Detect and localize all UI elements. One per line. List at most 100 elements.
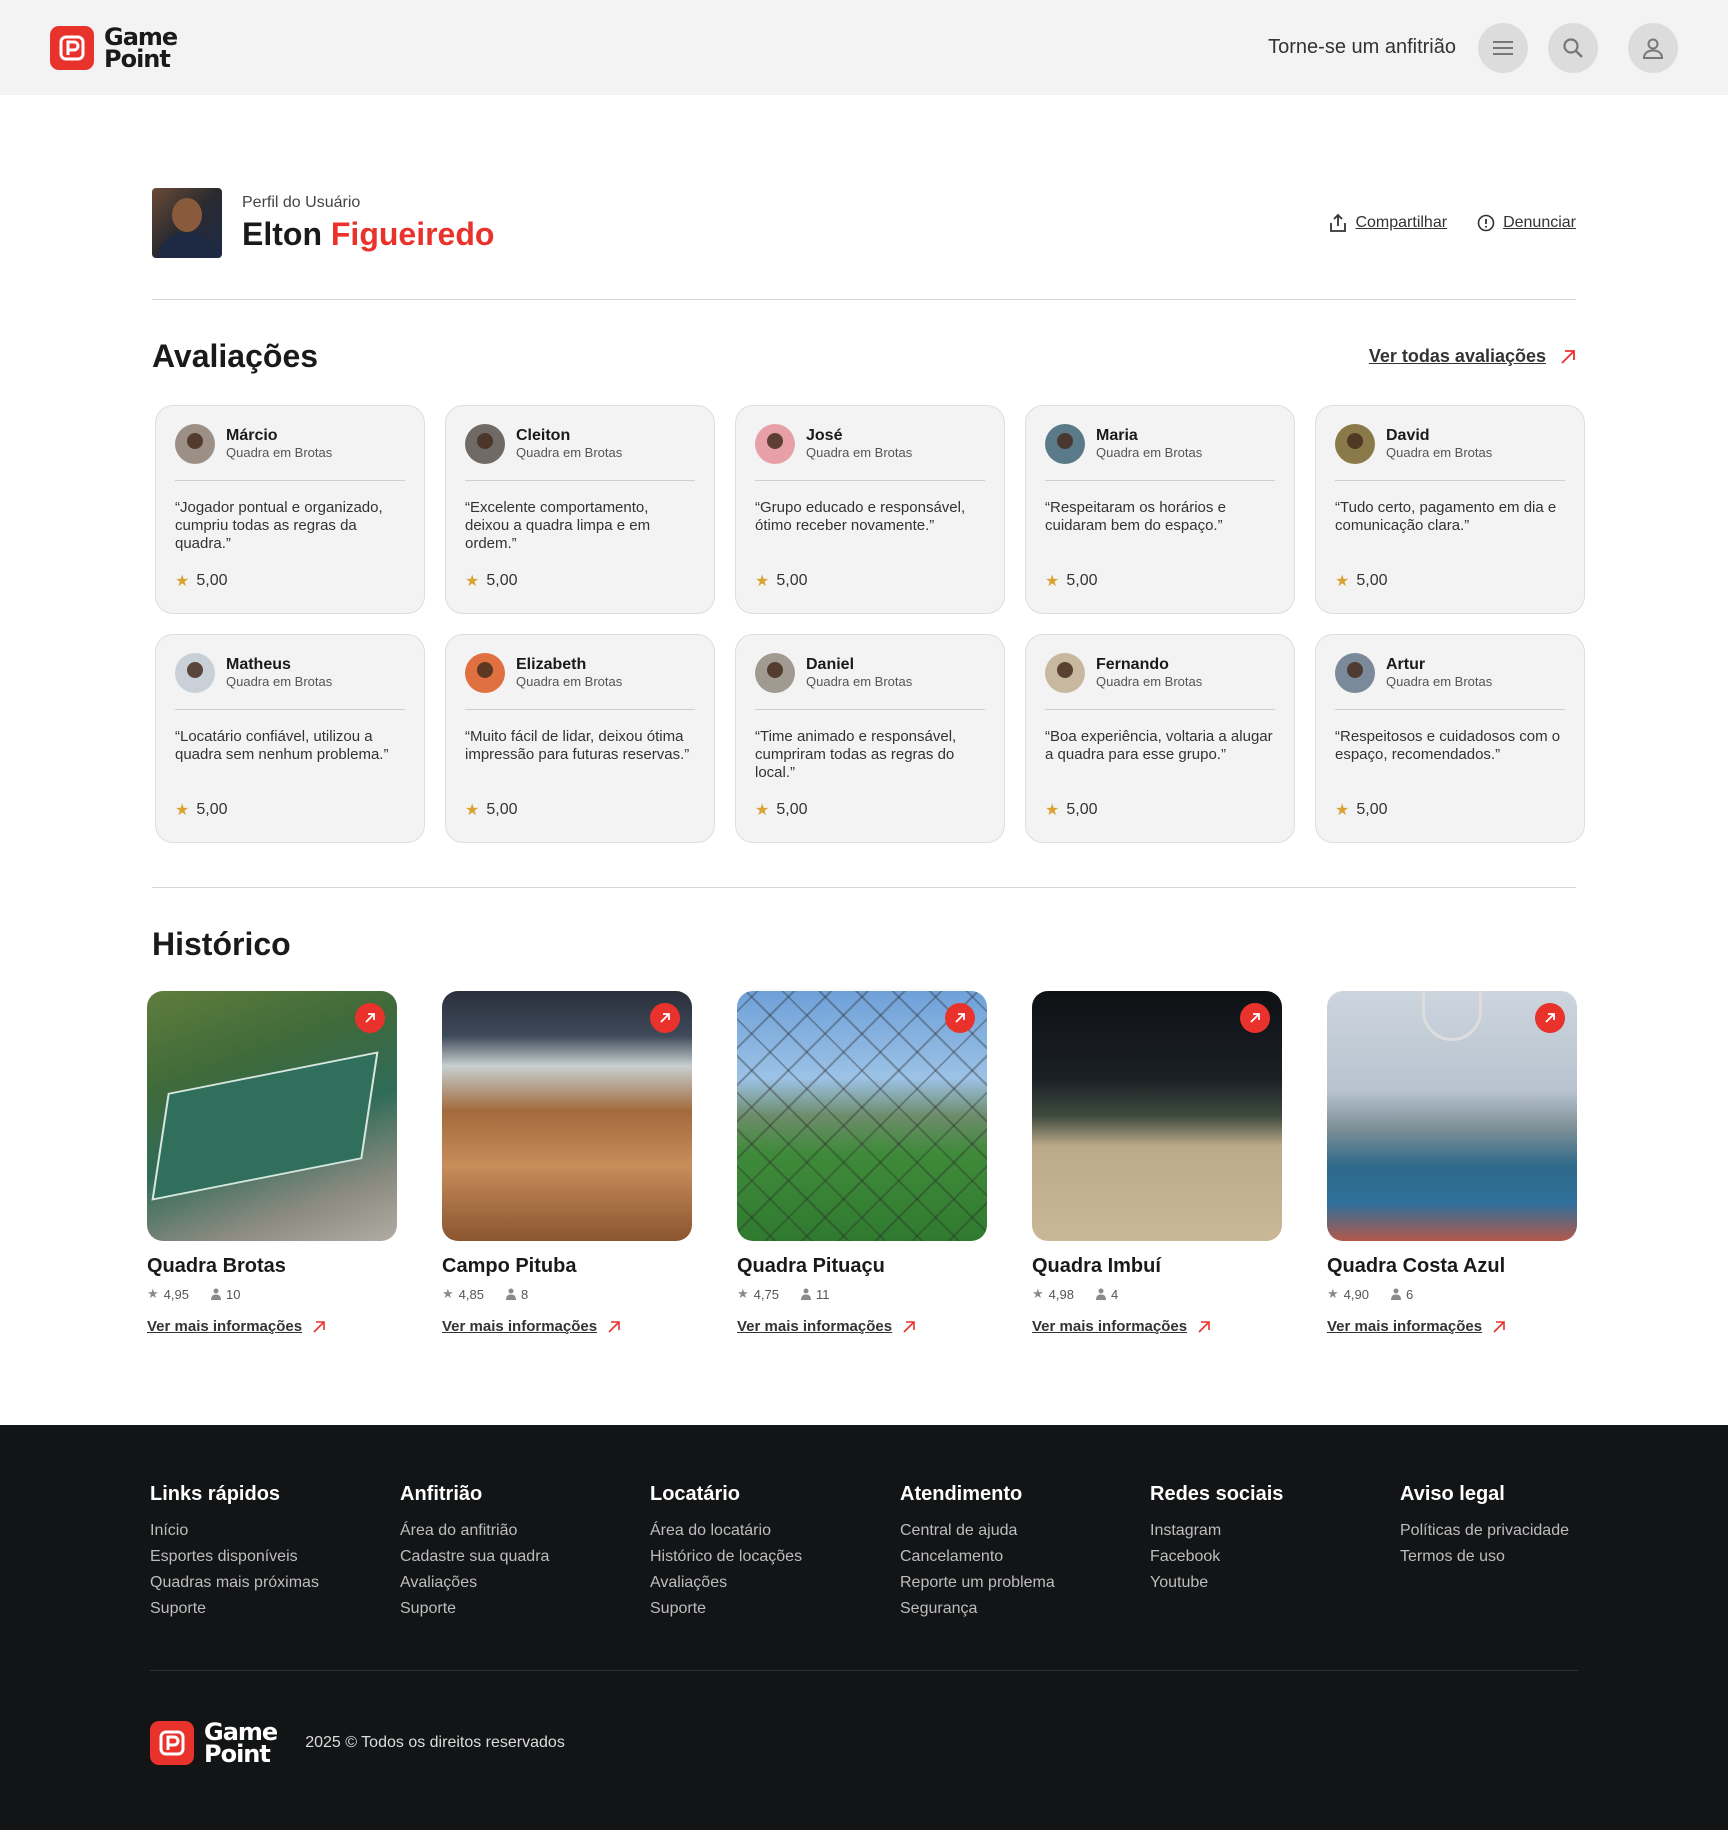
review-card: Matheus Quadra em Brotas “Locatário conf…: [155, 634, 425, 843]
court-image[interactable]: [1032, 991, 1282, 1241]
see-all-reviews-link[interactable]: Ver todas avaliações: [1369, 346, 1576, 367]
footer-link[interactable]: Suporte: [650, 1600, 900, 1618]
review-rating: ★ 5,00: [465, 571, 695, 591]
search-button[interactable]: [1548, 22, 1598, 73]
court-link-label: Ver mais informações: [737, 1318, 893, 1335]
arrow-up-right-icon: [660, 1013, 670, 1023]
person-icon: [505, 1288, 516, 1300]
star-icon: ★: [465, 802, 480, 819]
footer-link[interactable]: Youtube: [1150, 1574, 1400, 1592]
court-more-info-link[interactable]: Ver mais informações: [442, 1318, 692, 1335]
open-court-button[interactable]: [650, 1003, 680, 1033]
court-card[interactable]: Quadra Costa Azul ★ 4,90 6 Ver mais info…: [1327, 991, 1577, 1335]
report-button[interactable]: Denunciar: [1477, 214, 1576, 232]
review-header: Artur Quadra em Brotas: [1335, 653, 1565, 710]
menu-button[interactable]: [1478, 22, 1528, 73]
footer-link[interactable]: Instagram: [1150, 1522, 1400, 1540]
footer-link[interactable]: Avaliações: [650, 1574, 900, 1592]
review-header: David Quadra em Brotas: [1335, 424, 1565, 481]
footer-link[interactable]: Reporte um problema: [900, 1574, 1150, 1592]
footer-link[interactable]: Cadastre sua quadra: [400, 1548, 650, 1566]
court-more-info-link[interactable]: Ver mais informações: [1032, 1318, 1282, 1335]
review-header: Daniel Quadra em Brotas: [755, 653, 985, 710]
review-rating: ★ 5,00: [1045, 800, 1275, 820]
review-header: José Quadra em Brotas: [755, 424, 985, 481]
court-rating-value: 4,98: [1048, 1286, 1074, 1302]
court-more-info-link[interactable]: Ver mais informações: [1327, 1318, 1577, 1335]
arrow-up-right-icon: [1198, 1320, 1210, 1333]
review-rating: ★ 5,00: [175, 571, 405, 591]
arrow-up-right-icon: [1250, 1013, 1260, 1023]
footer-link[interactable]: Cancelamento: [900, 1548, 1150, 1566]
review-text: “Muito fácil de lidar, deixou ótima impr…: [465, 728, 690, 763]
footer-link[interactable]: Área do anfitrião: [400, 1522, 650, 1540]
footer-column: Redes sociais Instagram Facebook Youtube: [1150, 1483, 1400, 1626]
court-rating: ★ 4,75: [737, 1286, 779, 1302]
review-header: Matheus Quadra em Brotas: [175, 653, 405, 710]
footer-link[interactable]: Suporte: [400, 1600, 650, 1618]
reviewer-avatar: [755, 424, 795, 464]
footer-link[interactable]: Esportes disponíveis: [150, 1548, 400, 1566]
star-icon: ★: [442, 1286, 454, 1301]
court-image[interactable]: [147, 991, 397, 1241]
reviewer-name: Cleiton: [516, 427, 571, 444]
footer-link[interactable]: Suporte: [150, 1600, 400, 1618]
footer-link[interactable]: Avaliações: [400, 1574, 650, 1592]
footer-link[interactable]: Políticas de privacidade: [1400, 1522, 1650, 1540]
court-image[interactable]: [1327, 991, 1577, 1241]
reviewer-place: Quadra em Brotas: [1096, 674, 1203, 689]
reviews-grid: Márcio Quadra em Brotas “Jogador pontual…: [155, 405, 1585, 843]
court-people: 6: [1390, 1287, 1413, 1302]
court-name: Quadra Imbuí: [1032, 1255, 1161, 1277]
court-more-info-link[interactable]: Ver mais informações: [147, 1318, 397, 1335]
footer-link[interactable]: Segurança: [900, 1600, 1150, 1618]
review-card: David Quadra em Brotas “Tudo certo, paga…: [1315, 405, 1585, 614]
footer-link[interactable]: Facebook: [1150, 1548, 1400, 1566]
court-link-label: Ver mais informações: [1032, 1318, 1188, 1335]
open-court-button[interactable]: [945, 1003, 975, 1033]
footer-link[interactable]: Início: [150, 1522, 400, 1540]
arrow-up-right-icon: [608, 1320, 620, 1333]
share-button[interactable]: Compartilhar: [1329, 213, 1447, 233]
footer-logo[interactable]: Game Point: [150, 1720, 278, 1768]
footer-link[interactable]: Central de ajuda: [900, 1522, 1150, 1540]
open-court-button[interactable]: [1535, 1003, 1565, 1033]
review-text: “Jogador pontual e organizado, cumpriu t…: [175, 499, 383, 552]
court-people: 11: [800, 1287, 829, 1302]
court-rating-value: 4,90: [1343, 1286, 1369, 1302]
court-card[interactable]: Quadra Pituaçu ★ 4,75 11 Ver mais inform…: [737, 991, 987, 1335]
arrow-up-right-icon: [1561, 349, 1575, 364]
footer-link[interactable]: Histórico de locações: [650, 1548, 900, 1566]
footer-link[interactable]: Termos de uso: [1400, 1548, 1650, 1566]
review-card: José Quadra em Brotas “Grupo educado e r…: [735, 405, 1005, 614]
user-button[interactable]: [1628, 22, 1678, 73]
logo[interactable]: Game Point: [50, 25, 178, 71]
open-court-button[interactable]: [355, 1003, 385, 1033]
court-image[interactable]: [737, 991, 987, 1241]
report-label: Denunciar: [1503, 214, 1576, 231]
footer-link[interactable]: Área do locatário: [650, 1522, 900, 1540]
reviewer-name: Maria: [1096, 427, 1138, 444]
court-card[interactable]: Quadra Brotas ★ 4,95 10 Ver mais informa…: [147, 991, 397, 1335]
court-card[interactable]: Quadra Imbuí ★ 4,98 4 Ver mais informaçõ…: [1032, 991, 1282, 1335]
review-card: Elizabeth Quadra em Brotas “Muito fácil …: [445, 634, 715, 843]
rating-value: 5,00: [486, 801, 518, 818]
reviewer-avatar: [755, 653, 795, 693]
review-card: Artur Quadra em Brotas “Respeitosos e cu…: [1315, 634, 1585, 843]
become-host-link[interactable]: Torne-se um anfitrião: [1268, 36, 1456, 59]
open-court-button[interactable]: [1240, 1003, 1270, 1033]
rating-value: 5,00: [1356, 572, 1388, 589]
logo-line2: Point: [204, 1740, 271, 1768]
court-card[interactable]: Campo Pituba ★ 4,85 8 Ver mais informaçõ…: [442, 991, 692, 1335]
court-rating-value: 4,85: [458, 1286, 484, 1302]
court-image[interactable]: [442, 991, 692, 1241]
footer-column: Locatário Área do locatário Histórico de l…: [650, 1483, 900, 1626]
footer-link[interactable]: Quadras mais próximas: [150, 1574, 400, 1592]
footer-columns: Links rápidos Início Esportes disponíveis Q…: [150, 1483, 1728, 1626]
court-rating-value: 4,75: [753, 1286, 779, 1302]
court-more-info-link[interactable]: Ver mais informações: [737, 1318, 987, 1335]
reviewer-avatar: [465, 424, 505, 464]
share-label: Compartilhar: [1355, 214, 1448, 231]
reviewer-name: Fernando: [1096, 656, 1169, 673]
star-icon: ★: [737, 1286, 749, 1301]
